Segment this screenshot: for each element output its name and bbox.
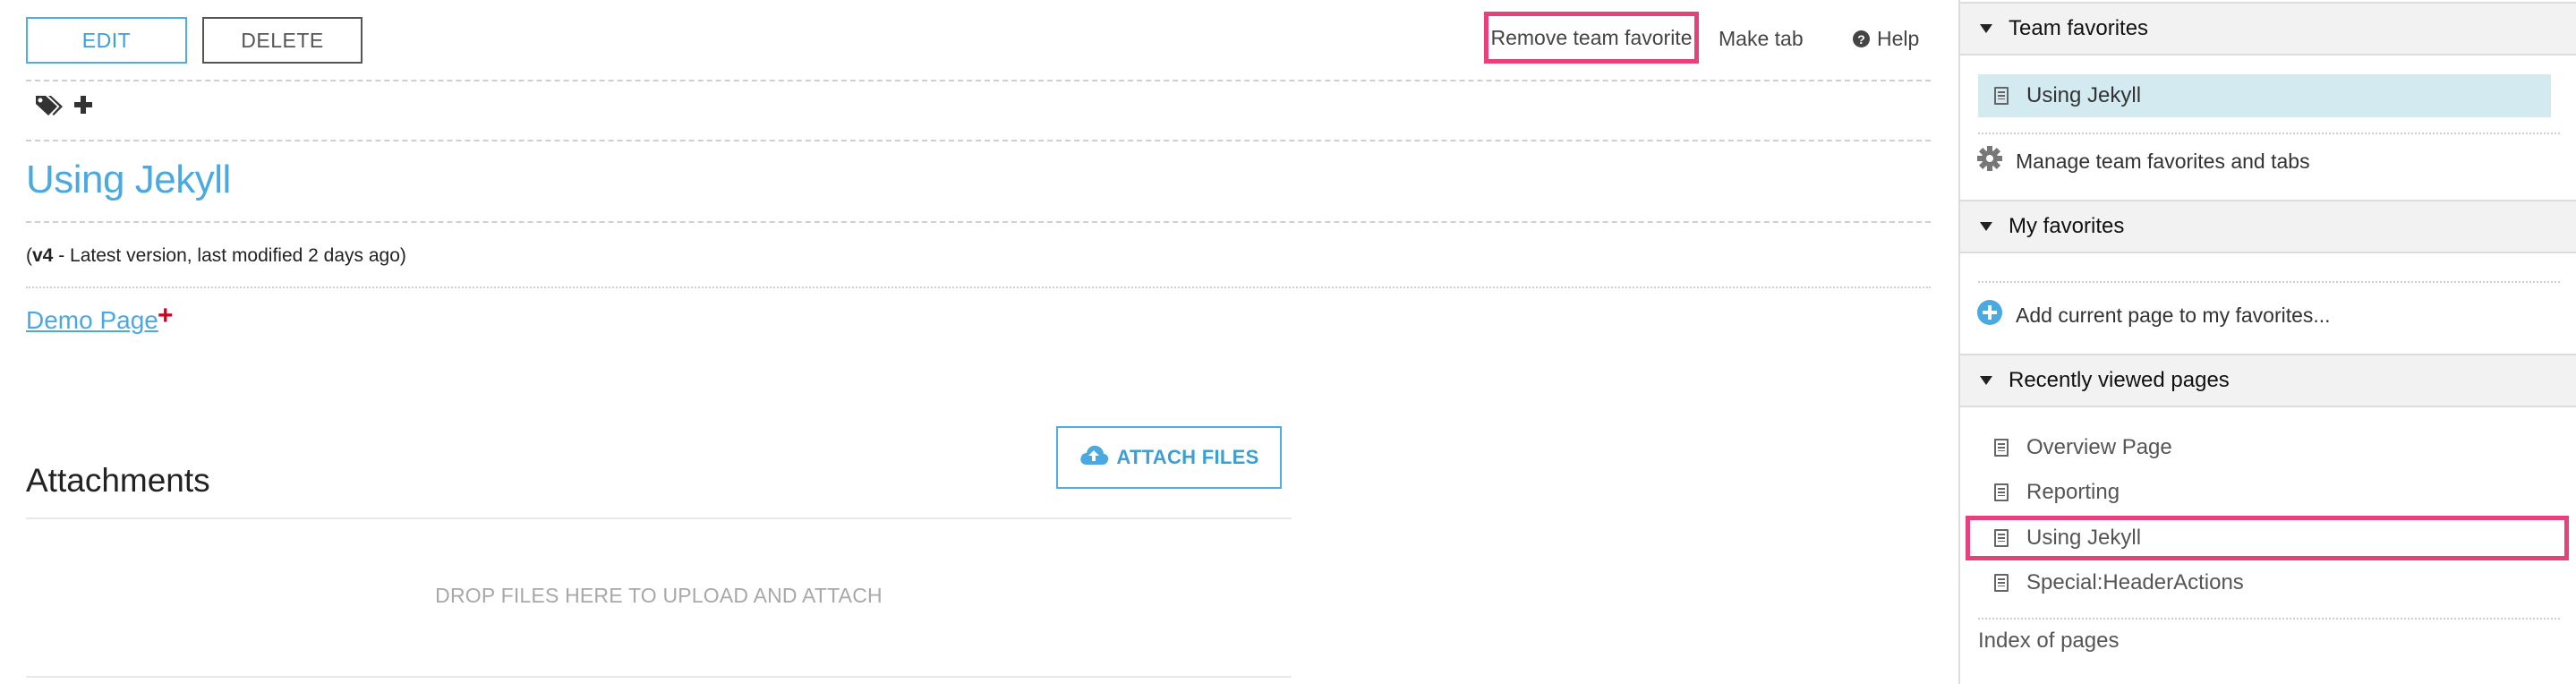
team-favorite-label: Using Jekyll [2026, 83, 2142, 107]
team-favorites-title: Team favorites [2009, 16, 2149, 40]
edit-button[interactable]: EDIT [26, 17, 187, 64]
new-page-plus-icon: + [158, 301, 174, 330]
recent-page-label: Special:HeaderActions [2026, 570, 2244, 594]
question-circle-icon: ? [1853, 30, 1870, 47]
recent-page-item-highlighted[interactable]: Using Jekyll [1966, 516, 2569, 560]
divider [26, 221, 1931, 223]
team-favorite-item[interactable]: Using Jekyll [1978, 74, 2551, 117]
recent-page-item[interactable]: Reporting [1978, 471, 2551, 514]
caret-down-icon [1980, 24, 1992, 33]
recent-page-item[interactable]: Special:HeaderActions [1978, 561, 2551, 604]
divider [26, 676, 1292, 678]
help-label: Help [1877, 27, 1920, 50]
page-title: Using Jekyll [26, 158, 231, 201]
divider [1978, 133, 2560, 134]
manage-team-favorites-label: Manage team favorites and tabs [2016, 149, 2310, 173]
cloud-upload-icon [1079, 443, 1109, 472]
recent-page-label: Reporting [2026, 480, 2120, 504]
caret-down-icon [1980, 222, 1992, 231]
delete-button[interactable]: DELETE [202, 17, 363, 64]
remove-team-favorite-label: Remove team favorite [1490, 25, 1693, 49]
page-icon [1994, 574, 2009, 592]
recent-page-item[interactable]: Overview Page [1978, 426, 2551, 469]
manage-team-favorites-link[interactable]: Manage team favorites and tabs [1976, 145, 2310, 177]
demo-page-link[interactable]: Demo Page [26, 306, 158, 335]
attachments-heading: Attachments [26, 462, 210, 499]
version-prefix: ( [26, 245, 32, 266]
recent-pages-header[interactable]: Recently viewed pages [1960, 354, 2576, 407]
recent-pages-title: Recently viewed pages [2009, 368, 2230, 392]
gear-icon [1976, 145, 2003, 177]
tags-icon[interactable] [34, 93, 64, 121]
caret-down-icon [1980, 376, 1992, 385]
page-icon [1994, 529, 2009, 547]
page-icon [1994, 439, 2009, 457]
page-icon [1994, 87, 2009, 105]
make-tab-link[interactable]: Make tab [1719, 27, 1804, 51]
version-info: (v4 - Latest version, last modified 2 da… [26, 245, 406, 267]
my-favorites-title: My favorites [2009, 214, 2125, 238]
add-to-favorites-label: Add current page to my favorites... [2016, 303, 2331, 327]
plus-circle-icon [1976, 299, 2003, 331]
help-link[interactable]: ? Help [1853, 27, 1919, 51]
divider [1978, 281, 2560, 283]
version-number: v4 [32, 245, 54, 266]
recent-page-label: Overview Page [2026, 435, 2172, 459]
attach-files-button[interactable]: ATTACH FILES [1056, 426, 1282, 489]
divider [26, 140, 1931, 141]
divider [26, 80, 1931, 81]
attach-files-label: ATTACH FILES [1116, 446, 1259, 468]
my-favorites-header[interactable]: My favorites [1960, 200, 2576, 253]
version-details: - Latest version, last modified 2 days a… [53, 245, 406, 266]
team-favorites-header[interactable]: Team favorites [1960, 2, 2576, 56]
plus-icon[interactable] [73, 95, 93, 119]
page-icon [1994, 483, 2009, 501]
divider [26, 286, 1931, 288]
drop-zone[interactable]: DROP FILES HERE TO UPLOAD AND ATTACH [0, 584, 1318, 608]
sidebar: Team favorites Using Jekyll Manage team … [1958, 0, 2576, 684]
index-of-pages-link[interactable]: Index of pages [1978, 628, 2119, 654]
add-to-favorites-link[interactable]: Add current page to my favorites... [1976, 299, 2331, 331]
main-content: EDIT DELETE Remove team favorite Make ta… [0, 0, 1960, 684]
recent-page-label: Using Jekyll [2026, 526, 2142, 550]
tag-bar [34, 93, 93, 121]
divider [1978, 618, 2560, 620]
divider [26, 517, 1292, 519]
remove-team-favorite-button[interactable]: Remove team favorite [1484, 12, 1699, 64]
